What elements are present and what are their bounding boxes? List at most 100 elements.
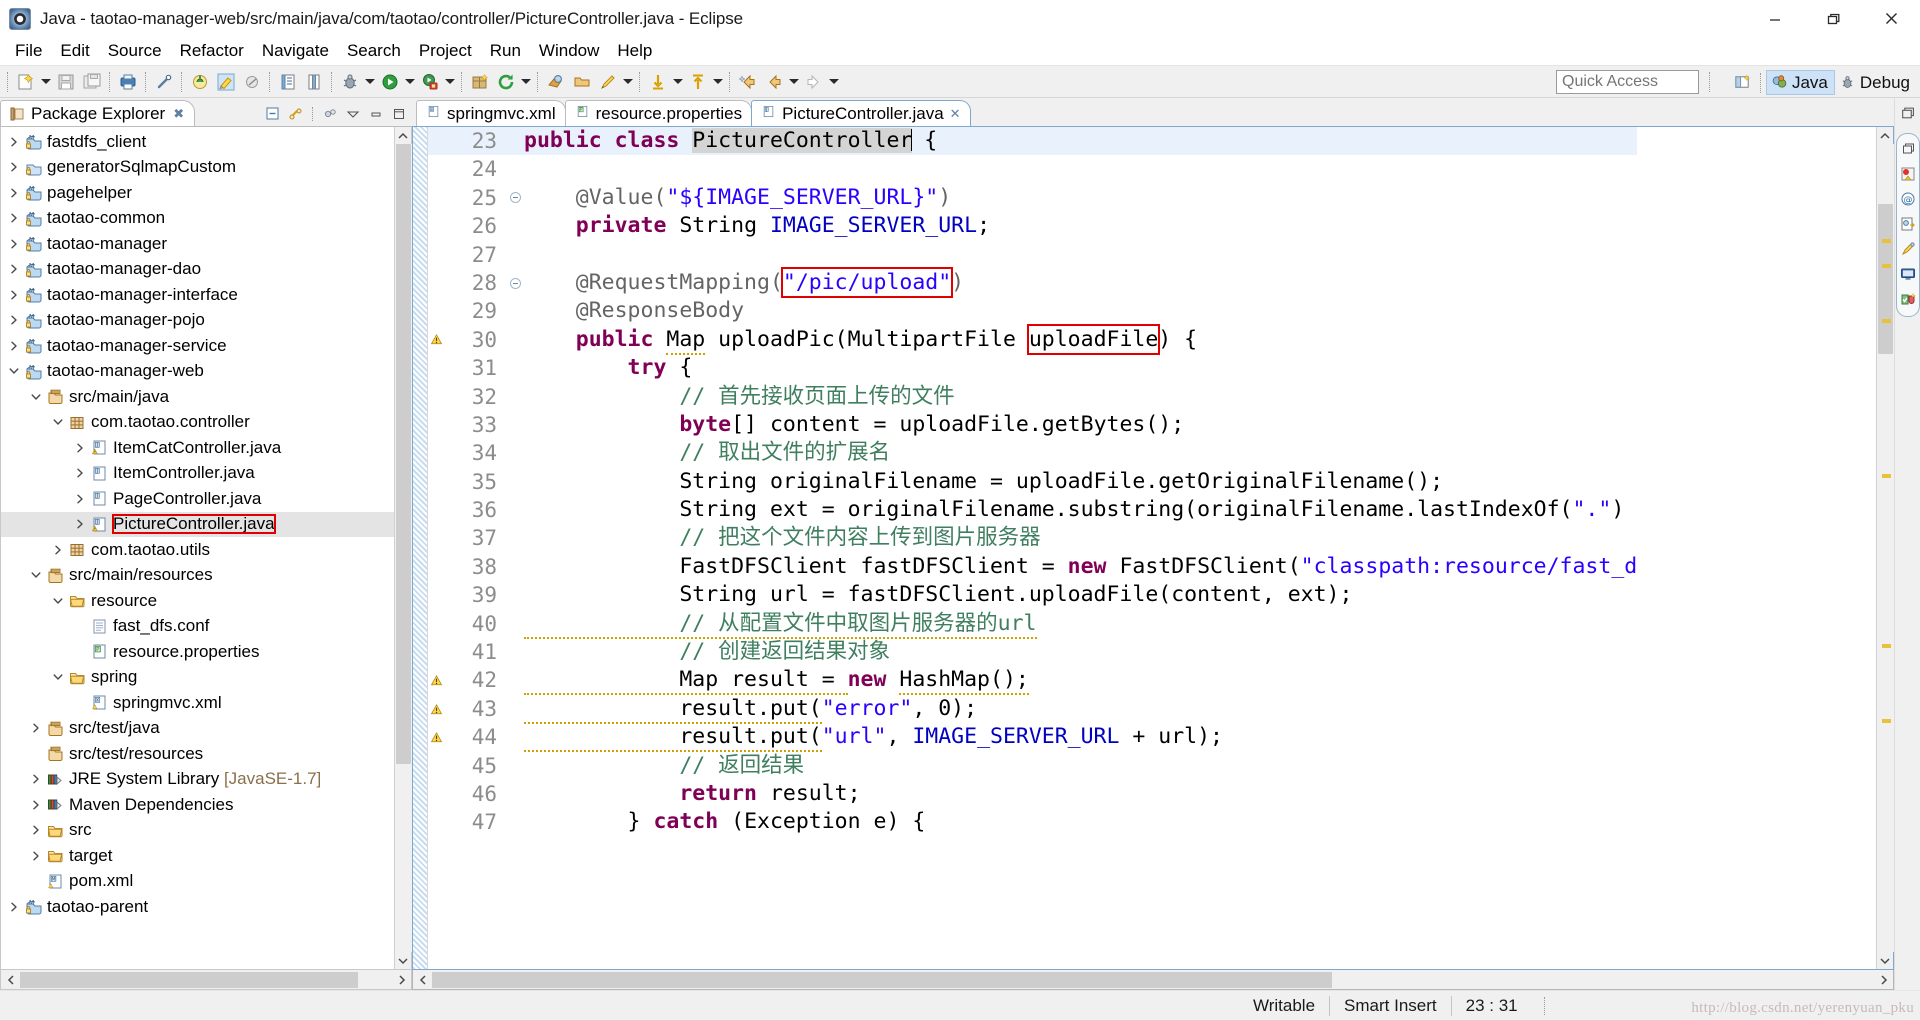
tree-item[interactable]: Mpagehelper [1, 180, 394, 206]
code-line[interactable]: 23 public class PictureController { [428, 127, 1638, 156]
source-code-viewport[interactable]: 23 public class PictureController {24 25 @… [428, 127, 1876, 969]
code-line[interactable]: 25 @Value("${IMAGE_SERVER_URL}") [428, 184, 1637, 212]
refresh-dropdown-arrow[interactable] [519, 69, 533, 95]
menu-project[interactable]: Project [410, 40, 481, 63]
tree-item[interactable]: com.taotao.utils [1, 537, 394, 563]
minimize-icon[interactable] [367, 105, 385, 123]
code-line[interactable]: 37 // 把这个文件内容上传到图片服务器 [428, 524, 1637, 552]
tree-item[interactable]: src [1, 818, 394, 844]
back-icon[interactable] [761, 69, 787, 95]
editor-annotation-ruler[interactable] [413, 127, 428, 969]
outline-view-icon[interactable] [1899, 215, 1917, 233]
chevron-down-icon[interactable] [27, 569, 45, 581]
tab-package-explorer[interactable]: Package Explorer ✖ [0, 100, 196, 126]
chevron-down-icon[interactable] [5, 365, 23, 377]
code-line[interactable]: 28 @RequestMapping("/pic/upload") [428, 266, 1637, 298]
chevron-right-icon[interactable] [27, 824, 45, 836]
tree-item[interactable]: Mtaotao-manager-pojo [1, 308, 394, 334]
pencil-icon[interactable] [595, 69, 621, 95]
scroll-right-icon[interactable] [1874, 971, 1893, 989]
restore-view-icon[interactable] [1897, 102, 1919, 124]
code-line[interactable]: 30 public Map uploadPic(MultipartFile up… [428, 323, 1637, 355]
at-view-icon[interactable]: @ [1899, 190, 1917, 208]
menu-source[interactable]: Source [99, 40, 171, 63]
search-icon[interactable] [543, 69, 569, 95]
scroll-thumb[interactable] [20, 971, 358, 988]
tree-item[interactable]: Mpom.xml [1, 869, 394, 895]
tomcat-icon[interactable] [187, 69, 213, 95]
code-line[interactable]: 36 String ext = originalFilename.substri… [428, 496, 1637, 524]
new-java-package-icon[interactable] [467, 69, 493, 95]
restore-button[interactable] [1804, 0, 1862, 38]
code-line[interactable]: 31 try { [428, 354, 1637, 382]
package-explorer-vertical-scrollbar[interactable] [394, 127, 412, 969]
quick-access-input[interactable] [1556, 70, 1699, 94]
refresh-icon[interactable] [493, 69, 519, 95]
menu-help[interactable]: Help [608, 40, 661, 63]
fold-collapse-icon[interactable] [507, 192, 524, 204]
previous-annotation-icon[interactable] [685, 69, 711, 95]
scroll-thumb[interactable] [395, 144, 411, 764]
chevron-right-icon[interactable] [5, 289, 23, 301]
code-line[interactable]: 38 FastDFSClient fastDFSClient = new Fas… [428, 553, 1638, 581]
code-line[interactable]: 34 // 取出文件的扩展名 [428, 439, 1637, 467]
code-line[interactable]: 40 // 从配置文件中取图片服务器的url [428, 610, 1637, 639]
chevron-down-icon[interactable] [49, 595, 67, 607]
scroll-track[interactable] [394, 144, 412, 952]
chevron-right-icon[interactable] [5, 161, 23, 173]
maximize-icon[interactable] [390, 105, 408, 123]
menu-edit[interactable]: Edit [51, 40, 98, 63]
tree-item[interactable]: generatorSqlmapCustom [1, 155, 394, 181]
pencil-dropdown-arrow[interactable] [621, 69, 635, 95]
editor-vertical-scrollbar[interactable] [1876, 127, 1894, 969]
chevron-right-icon[interactable] [71, 518, 89, 530]
next-annotation-icon[interactable] [645, 69, 671, 95]
chevron-right-icon[interactable] [5, 136, 23, 148]
save-all-icon[interactable] [79, 69, 105, 95]
package-explorer-horizontal-scrollbar[interactable] [0, 970, 412, 990]
view-menu-icon[interactable] [321, 105, 339, 123]
fold-collapse-icon[interactable] [507, 277, 524, 289]
previous-annotation-dropdown-arrow[interactable] [711, 69, 725, 95]
chevron-right-icon[interactable] [5, 212, 23, 224]
chevron-right-icon[interactable] [27, 722, 45, 734]
code-line[interactable]: 44 result.put("url", IMAGE_SERVER_URL + … [428, 723, 1637, 753]
chevron-right-icon[interactable] [27, 850, 45, 862]
highlighter-icon[interactable] [213, 69, 239, 95]
chevron-right-icon[interactable] [5, 314, 23, 326]
code-line[interactable]: 27 [428, 241, 1637, 269]
code-line[interactable]: 42 Map result = new HashMap(); [428, 666, 1637, 696]
junit-view-icon[interactable] [1899, 290, 1917, 308]
chevron-right-icon[interactable] [5, 187, 23, 199]
scroll-right-icon[interactable] [392, 971, 411, 989]
code-line[interactable]: 46 return result; [428, 780, 1637, 808]
forward-dropdown-arrow[interactable] [827, 69, 841, 95]
new-wizard-icon[interactable] [13, 69, 39, 95]
debug-dropdown-arrow[interactable] [363, 69, 377, 95]
chevron-right-icon[interactable] [5, 901, 23, 913]
scroll-track[interactable] [432, 971, 1874, 989]
tree-item[interactable]: Presource.properties [1, 639, 394, 665]
tree-item[interactable]: J ItemCatController.java [1, 435, 394, 461]
code-line[interactable]: 26 private String IMAGE_SERVER_URL; [428, 212, 1637, 240]
problems-view-icon[interactable] [1899, 165, 1917, 183]
open-perspective-icon[interactable] [1730, 70, 1756, 96]
new-wizard-dropdown-arrow[interactable] [39, 69, 53, 95]
scroll-track[interactable] [1876, 144, 1894, 952]
tree-item[interactable]: src/test/resources [1, 741, 394, 767]
tree-item[interactable]: spring [1, 665, 394, 691]
tree-item[interactable]: Mtaotao-manager-interface [1, 282, 394, 308]
scroll-track[interactable] [20, 971, 392, 989]
chevron-down-icon[interactable] [344, 105, 362, 123]
open-resource-icon[interactable] [569, 69, 595, 95]
last-edit-location-icon[interactable] [735, 69, 761, 95]
tree-item[interactable]: Mtaotao-common [1, 206, 394, 232]
tree-item[interactable]: src/main/java [1, 384, 394, 410]
tree-item[interactable]: com.taotao.controller [1, 410, 394, 436]
scroll-left-icon[interactable] [413, 971, 432, 989]
package-explorer-tree[interactable]: Mfastdfs_client generatorSqlmapCustom Mpag… [1, 127, 394, 969]
chevron-right-icon[interactable] [71, 442, 89, 454]
link-icon[interactable] [151, 69, 177, 95]
forward-icon[interactable] [801, 69, 827, 95]
code-line[interactable]: 29 @ResponseBody [428, 297, 1637, 325]
